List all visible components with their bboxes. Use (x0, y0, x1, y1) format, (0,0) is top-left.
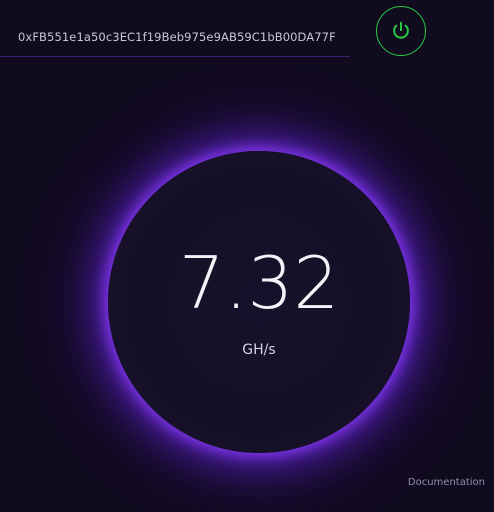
hashrate-unit: GH/s (242, 342, 276, 358)
wallet-address-text: 0xFB551e1a50c3EC1f19Beb975e9AB59C1bB00DA… (18, 30, 336, 44)
power-icon (393, 21, 409, 39)
power-button[interactable] (376, 6, 426, 56)
hashrate-gauge: 7.32 GH/s (108, 151, 410, 453)
hashrate-value: 7.32 (178, 241, 340, 325)
documentation-link[interactable]: Documentation (408, 477, 485, 488)
wallet-address-field[interactable]: 0xFB551e1a50c3EC1f19Beb975e9AB59C1bB00DA… (0, 0, 350, 57)
app-window: 0xFB551e1a50c3EC1f19Beb975e9AB59C1bB00DA… (0, 0, 494, 512)
